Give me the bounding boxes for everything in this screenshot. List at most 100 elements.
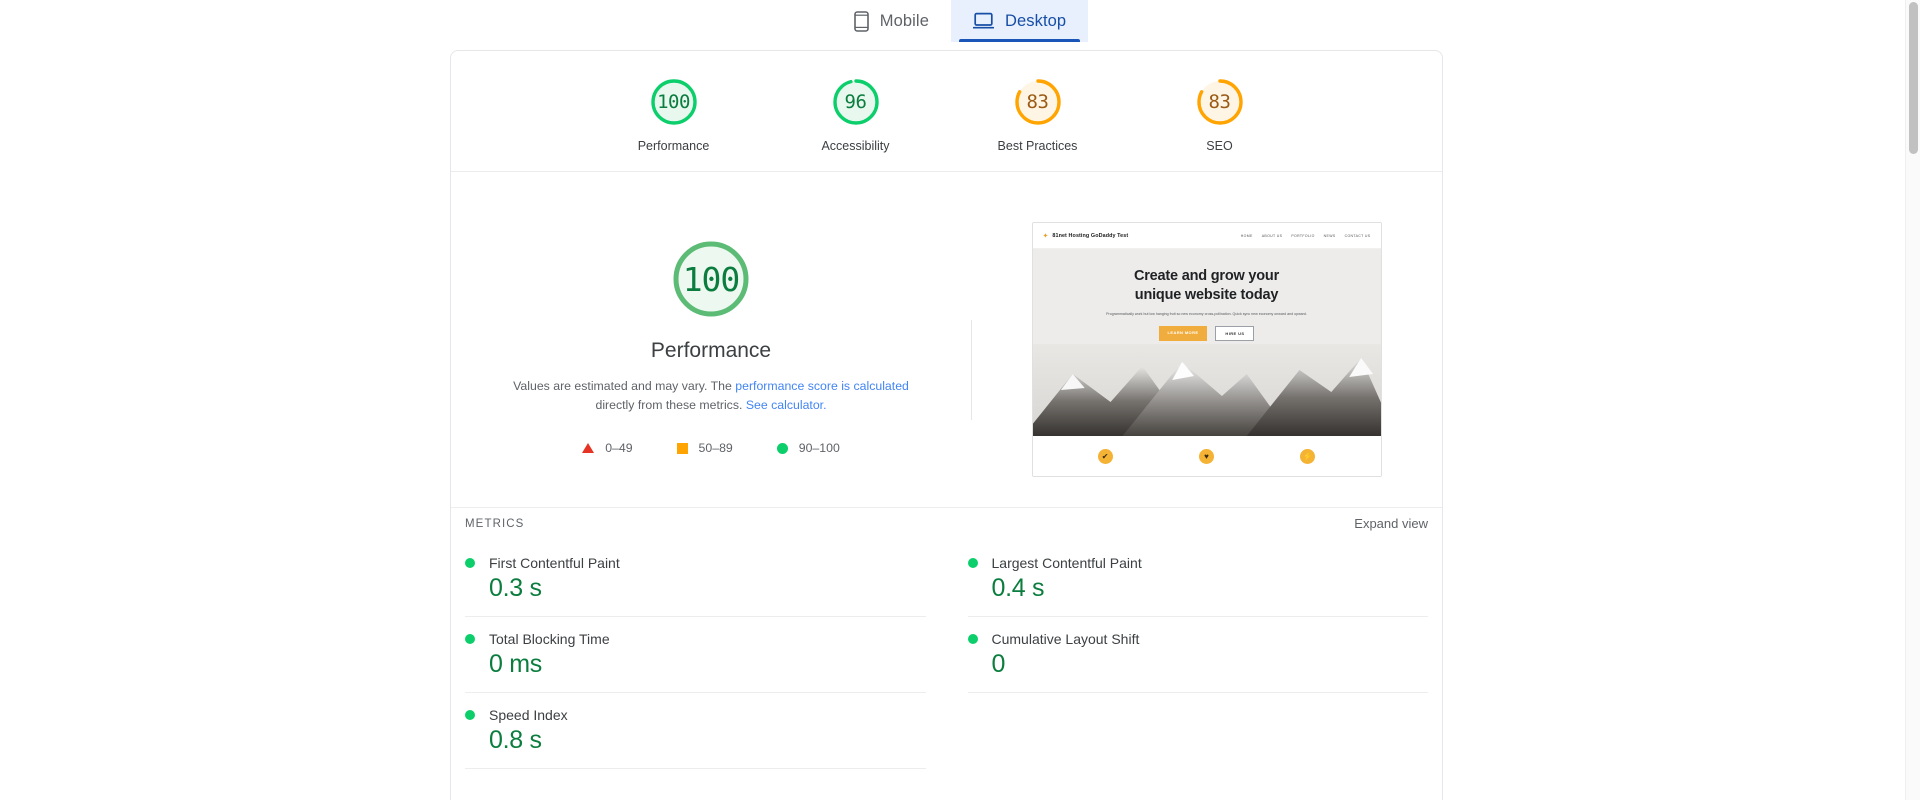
status-dot-pass-icon xyxy=(967,634,978,644)
page-scrollbar-thumb[interactable] xyxy=(1909,2,1918,154)
thumbnail-navbar: ✦ 81net Hosting GoDaddy Test HOME ABOUT … xyxy=(1032,223,1381,249)
desc-middle: directly from these metrics. xyxy=(595,398,746,413)
tab-desktop-label: Desktop xyxy=(1004,11,1067,30)
thumbnail-subtext: Programmatically work but low hanging fr… xyxy=(1106,312,1307,317)
metric-header: First Contentful Paint xyxy=(465,555,926,571)
badge-heart-icon: ♥ xyxy=(1198,448,1214,464)
pagespeed-report-viewport: Mobile Desktop 100 Performance 96 Access… xyxy=(0,0,1920,800)
metric-header: Total Blocking Time xyxy=(465,631,926,647)
metric-first-contentful-paint[interactable]: First Contentful Paint 0.3 s xyxy=(465,541,926,617)
metric-speed-index[interactable]: Speed Index 0.8 s xyxy=(465,693,926,769)
legend-item-fail: 0–49 xyxy=(582,441,633,456)
desc-prefix: Values are estimated and may vary. The xyxy=(513,379,736,393)
category-score-seo[interactable]: 83 SEO xyxy=(1158,76,1282,153)
performance-score-value: 100 xyxy=(682,259,741,299)
thumbnail-hire-us-button: HIRE US xyxy=(1215,325,1255,341)
page-scrollbar[interactable] xyxy=(1905,0,1920,800)
gauge-label-performance: Performance xyxy=(637,139,710,153)
triangle-fail-icon xyxy=(582,443,595,454)
badge-bolt-icon: ⚡ xyxy=(1300,448,1316,464)
metrics-grid: First Contentful Paint 0.3 s Largest Con… xyxy=(451,541,1442,789)
gauge-ring-performance: 100 xyxy=(648,76,700,128)
thumbnail-menu-item: CONTACT US xyxy=(1344,233,1371,238)
gauge-value-seo: 83 xyxy=(1208,90,1231,113)
hero-vertical-divider xyxy=(971,320,972,420)
thumbnail-headline: Create and grow your unique website toda… xyxy=(1134,267,1279,304)
status-dot-pass-icon xyxy=(967,558,978,568)
thumbnail-brand: ✦ 81net Hosting GoDaddy Test xyxy=(1043,232,1129,240)
gauge-label-seo: SEO xyxy=(1206,139,1233,153)
thumbnail-headline-line1: Create and grow your xyxy=(1133,268,1280,284)
square-average-icon xyxy=(676,442,688,454)
performance-score-calculated-link[interactable]: performance score is calculated xyxy=(735,379,909,393)
score-legend: 0–49 50–89 90–100 xyxy=(582,441,840,455)
category-score-performance[interactable]: 100 Performance xyxy=(612,76,736,153)
performance-gauge-large: 100 xyxy=(668,236,754,322)
mobile-phone-icon xyxy=(853,10,869,32)
metric-label: Cumulative Layout Shift xyxy=(991,631,1140,647)
metric-label: First Contentful Paint xyxy=(489,555,620,571)
legend-item-average: 50–89 xyxy=(676,441,733,456)
circle-pass-icon xyxy=(776,442,788,454)
thumbnail-menu-item: ABOUT US xyxy=(1261,233,1283,238)
metric-value: 0.3 s xyxy=(489,574,542,602)
thumbnail-hero: Create and grow your unique website toda… xyxy=(1032,249,1381,436)
metric-largest-contentful-paint[interactable]: Largest Contentful Paint 0.4 s xyxy=(967,541,1429,617)
site-screenshot-thumbnail[interactable]: ✦ 81net Hosting GoDaddy Test HOME ABOUT … xyxy=(1031,222,1382,477)
legend-range-pass: 90–100 xyxy=(798,441,840,456)
gauge-ring-accessibility: 96 xyxy=(830,76,882,128)
metric-empty-slot xyxy=(968,693,1429,769)
legend-item-pass: 90–100 xyxy=(776,441,840,456)
report-card: 100 Performance 96 Accessibility 83 Best… xyxy=(450,50,1443,800)
metric-header: Largest Contentful Paint xyxy=(967,555,1429,571)
thumbnail-menu-item: HOME xyxy=(1240,233,1253,238)
metric-value: 0 xyxy=(991,650,1006,678)
tab-desktop[interactable]: Desktop xyxy=(950,0,1089,42)
status-dot-pass-icon xyxy=(465,634,475,644)
form-factor-tabs: Mobile Desktop xyxy=(0,0,1920,42)
thumbnail-brand-name: 81net Hosting GoDaddy Test xyxy=(1052,232,1129,239)
metric-label: Largest Contentful Paint xyxy=(991,555,1142,571)
metric-label: Speed Index xyxy=(489,707,568,723)
thumbnail-menu-item: NEWS xyxy=(1323,233,1336,238)
thumbnail-menu: HOME ABOUT US PORTFOLIO NEWS CONTACT US xyxy=(1241,234,1371,238)
badge-check-icon: ✔ xyxy=(1097,448,1113,464)
see-calculator-link[interactable]: See calculator. xyxy=(746,398,827,412)
metric-value: 0.4 s xyxy=(991,574,1045,602)
thumbnail-feature-badges: ✔ ♥ ⚡ xyxy=(1032,436,1381,476)
mountain-photo-icon xyxy=(1032,344,1381,436)
expand-view-button[interactable]: Expand view xyxy=(1354,516,1428,531)
metric-header: Speed Index xyxy=(465,707,926,723)
desktop-monitor-icon xyxy=(972,12,994,30)
gauge-value-best-practices: 83 xyxy=(1026,90,1049,113)
legend-range-fail: 0–49 xyxy=(605,441,633,456)
metric-header: Cumulative Layout Shift xyxy=(967,631,1429,647)
metric-value: 0.8 s xyxy=(489,726,542,754)
metric-label: Total Blocking Time xyxy=(489,631,610,647)
metrics-section-title: METRICS xyxy=(465,517,525,530)
gauge-value-accessibility: 96 xyxy=(844,90,867,113)
status-dot-pass-icon xyxy=(465,710,475,720)
metric-value: 0 ms xyxy=(489,650,542,678)
performance-description: Values are estimated and may vary. The p… xyxy=(501,377,921,415)
category-scores-row: 100 Performance 96 Accessibility 83 Best… xyxy=(451,51,1442,172)
metric-cumulative-layout-shift[interactable]: Cumulative Layout Shift 0 xyxy=(967,617,1429,693)
gauge-ring-seo: 83 xyxy=(1194,76,1246,128)
thumbnail-menu-item: PORTFOLIO xyxy=(1291,233,1315,238)
gauge-label-best-practices: Best Practices xyxy=(997,139,1078,153)
legend-range-average: 50–89 xyxy=(698,441,733,456)
performance-title: Performance xyxy=(650,339,772,362)
status-dot-pass-icon xyxy=(465,558,475,568)
tab-mobile-label: Mobile xyxy=(879,11,929,30)
final-screenshot-panel: ✦ 81net Hosting GoDaddy Test HOME ABOUT … xyxy=(971,216,1442,477)
thumbnail-headline-line2: unique website today xyxy=(1134,286,1279,303)
thumbnail-learn-more-button: LEARN MORE xyxy=(1158,325,1208,341)
gauge-label-accessibility: Accessibility xyxy=(821,139,890,153)
metric-total-blocking-time[interactable]: Total Blocking Time 0 ms xyxy=(465,617,926,693)
metrics-header: METRICS Expand view xyxy=(451,507,1442,541)
performance-summary: 100 Performance Values are estimated and… xyxy=(451,216,971,455)
tab-active-indicator xyxy=(958,38,1081,42)
category-score-accessibility[interactable]: 96 Accessibility xyxy=(794,76,918,153)
tab-mobile[interactable]: Mobile xyxy=(832,0,951,42)
category-score-best-practices[interactable]: 83 Best Practices xyxy=(976,76,1100,153)
